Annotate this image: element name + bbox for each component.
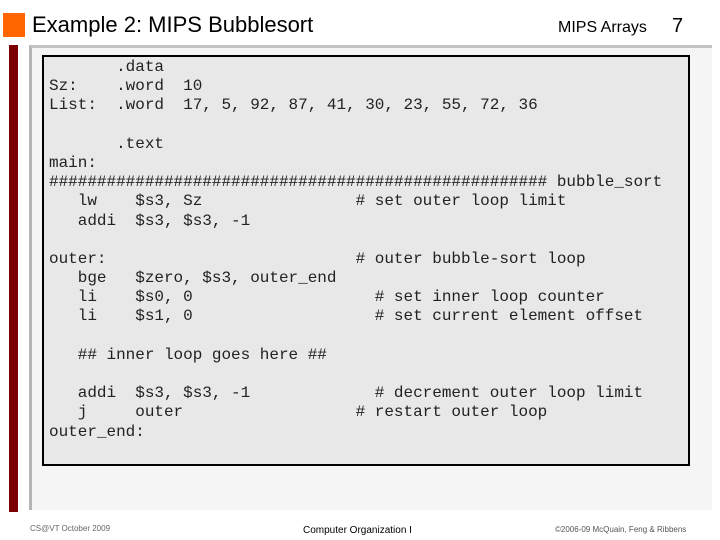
code-line: li $s1, 0 # set current element offset bbox=[49, 307, 644, 326]
footer-copyright: ©2006-09 McQuain, Feng & Ribbens bbox=[555, 525, 687, 534]
code-line: bge $zero, $s3, outer_end bbox=[49, 269, 337, 288]
section-title: MIPS Arrays bbox=[558, 19, 647, 36]
code-line: Sz: .word 10 bbox=[49, 77, 203, 96]
code-line: ########################################… bbox=[49, 173, 663, 192]
code-line: List: .word 17, 5, 92, 87, 41, 30, 23, 5… bbox=[49, 96, 538, 115]
code-line: outer: # outer bubble-sort loop bbox=[49, 249, 586, 268]
footer-title: Computer Organization I bbox=[303, 525, 412, 536]
code-line: li $s0, 0 # set inner loop counter bbox=[49, 288, 605, 307]
code-line: .text bbox=[49, 134, 164, 153]
code-line: ## inner loop goes here ## bbox=[49, 345, 327, 364]
code-line: addi $s3, $s3, -1 # decrement outer loop… bbox=[49, 384, 644, 403]
slide-title: Example 2: MIPS Bubblesort bbox=[32, 12, 314, 37]
code-line: addi $s3, $s3, -1 bbox=[49, 211, 251, 230]
code-line: main: bbox=[49, 153, 97, 172]
accent-square bbox=[3, 13, 25, 37]
page-number: 7 bbox=[672, 15, 684, 37]
decorative-red-bar bbox=[9, 45, 18, 512]
code-line: outer_end: bbox=[49, 422, 145, 441]
code-line: j outer # restart outer loop bbox=[49, 403, 548, 422]
code-line: lw $s3, Sz # set outer loop limit bbox=[49, 192, 567, 211]
code-line: .data bbox=[49, 58, 164, 76]
code-listing: .data Sz: .word 10 List: .word 17, 5, 92, … bbox=[49, 58, 662, 442]
footer-course: CS@VT October 2009 bbox=[30, 524, 111, 533]
